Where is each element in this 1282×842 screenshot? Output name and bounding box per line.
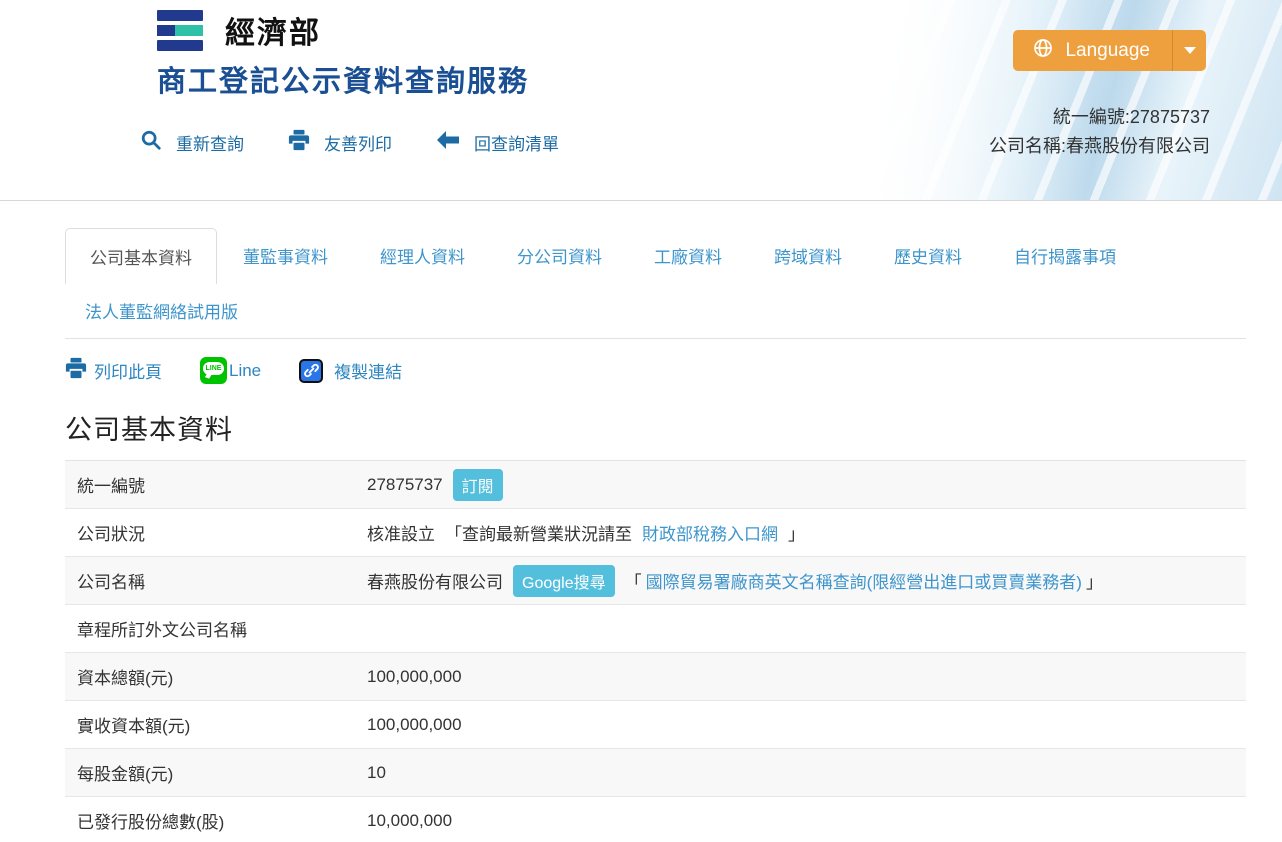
- friendly-print-label: 友善列印: [324, 130, 392, 155]
- status-note-suffix: 」: [788, 520, 805, 545]
- language-control: Language: [1013, 30, 1206, 71]
- row-label: 已發行股份總數(股): [65, 808, 367, 833]
- header-actions: 重新查詢 友善列印 回查詢清單: [140, 129, 559, 156]
- table-row: 公司狀況 核准設立 「查詢最新營業狀況請至 財政部稅務入口網 」: [65, 509, 1246, 557]
- row-label: 公司名稱: [65, 568, 367, 593]
- tab-history[interactable]: 歷史資料: [870, 228, 986, 283]
- tab-factories[interactable]: 工廠資料: [630, 228, 746, 283]
- search-icon: [140, 129, 162, 156]
- requery-label: 重新查詢: [176, 130, 244, 155]
- print-page-label: 列印此頁: [94, 358, 162, 383]
- tab-bar: 公司基本資料 董監事資料 經理人資料 分公司資料 工廠資料 跨域資料 歷史資料 …: [65, 228, 1246, 339]
- row-label: 章程所訂外文公司名稱: [65, 616, 367, 641]
- line-share-label: Line: [229, 361, 261, 381]
- issued-shares-value: 10,000,000: [367, 811, 452, 831]
- line-icon: LINE: [200, 357, 227, 384]
- row-label: 資本總額(元): [65, 664, 367, 689]
- tab-cross-domain[interactable]: 跨域資料: [750, 228, 866, 283]
- company-name-text: 公司名稱:春燕股份有限公司: [989, 132, 1210, 161]
- uniform-id-value: 27875737: [367, 475, 443, 495]
- language-dropdown-toggle[interactable]: [1172, 30, 1206, 71]
- caret-down-icon: [1184, 47, 1196, 54]
- table-row: 實收資本額(元) 100,000,000: [65, 701, 1246, 749]
- section-heading: 公司基本資料: [65, 408, 1246, 447]
- tab-self-disclosure[interactable]: 自行揭露事項: [990, 228, 1140, 283]
- row-label: 統一編號: [65, 472, 367, 497]
- language-label: Language: [1065, 40, 1150, 62]
- table-row: 每股金額(元) 10: [65, 749, 1246, 797]
- moea-logo: [157, 10, 203, 51]
- copy-link-icon: [299, 359, 323, 383]
- table-row: 公司名稱 春燕股份有限公司 Google搜尋 「 國際貿易署廠商英文名稱查詢(限…: [65, 557, 1246, 605]
- paid-in-capital-value: 100,000,000: [367, 715, 462, 735]
- print-page-link[interactable]: 列印此頁: [65, 357, 162, 384]
- copy-link-label: 複製連結: [334, 358, 402, 383]
- company-meta: 統一編號:27875737 公司名稱:春燕股份有限公司: [989, 103, 1210, 161]
- printer-icon: [288, 129, 310, 156]
- back-arrow-icon: [436, 130, 460, 155]
- logo-bar: [157, 25, 203, 36]
- par-value-value: 10: [367, 763, 386, 783]
- line-share-link[interactable]: LINE Line: [200, 357, 261, 384]
- back-to-list-link[interactable]: 回查詢清單: [436, 129, 559, 156]
- back-to-list-label: 回查詢清單: [474, 130, 559, 155]
- status-note-prefix: 「查詢最新營業狀況請至: [445, 520, 632, 545]
- bracket-close: 」: [1086, 568, 1103, 593]
- print-page-icon: [65, 357, 87, 384]
- trade-admin-english-name-link[interactable]: 國際貿易署廠商英文名稱查詢(限經營出進口或買賣業務者): [646, 568, 1082, 593]
- language-button[interactable]: Language: [1013, 30, 1206, 71]
- uniform-id-text: 統一編號:27875737: [989, 103, 1210, 132]
- copy-link-link[interactable]: 複製連結: [299, 358, 402, 383]
- header-divider: [0, 200, 1282, 201]
- company-name-value: 春燕股份有限公司: [367, 568, 503, 593]
- google-search-button[interactable]: Google搜尋: [513, 565, 615, 597]
- main-content: 公司基本資料 董監事資料 經理人資料 分公司資料 工廠資料 跨域資料 歷史資料 …: [0, 228, 1282, 842]
- globe-icon: [1033, 38, 1053, 64]
- logo-bar: [157, 40, 203, 51]
- tab-directors[interactable]: 董監事資料: [219, 228, 352, 283]
- row-label: 實收資本額(元): [65, 712, 367, 737]
- table-row: 章程所訂外文公司名稱: [65, 605, 1246, 653]
- agency-name: 經濟部: [225, 8, 321, 52]
- brand: 經濟部: [157, 8, 321, 52]
- tab-corporate-network-trial[interactable]: 法人董監網絡試用版: [85, 284, 242, 338]
- table-row: 資本總額(元) 100,000,000: [65, 653, 1246, 701]
- capital-total-value: 100,000,000: [367, 667, 462, 687]
- row-label: 每股金額(元): [65, 760, 367, 785]
- site-header: 經濟部 商工登記公示資料查詢服務 重新查詢 友善列印: [0, 0, 1282, 200]
- site-title: 商工登記公示資料查詢服務: [157, 58, 529, 100]
- logo-bar: [157, 10, 203, 21]
- tab-company-basic[interactable]: 公司基本資料: [65, 228, 217, 284]
- tab-branches[interactable]: 分公司資料: [493, 228, 626, 283]
- subscribe-button[interactable]: 訂閱: [453, 469, 503, 501]
- tab-managers[interactable]: 經理人資料: [356, 228, 489, 283]
- friendly-print-link[interactable]: 友善列印: [288, 129, 392, 156]
- company-basic-table: 統一編號 27875737 訂閱 公司狀況 核准設立 「查詢最新營業狀況請至 財…: [65, 460, 1246, 842]
- requery-link[interactable]: 重新查詢: [140, 129, 244, 156]
- table-row: 統一編號 27875737 訂閱: [65, 461, 1246, 509]
- table-row: 已發行股份總數(股) 10,000,000: [65, 797, 1246, 842]
- company-status-value: 核准設立: [367, 520, 435, 545]
- bracket-open: 「: [625, 568, 642, 593]
- row-label: 公司狀況: [65, 520, 367, 545]
- share-bar: 列印此頁 LINE Line 複製連結: [65, 357, 1246, 384]
- mof-tax-portal-link[interactable]: 財政部稅務入口網: [642, 520, 778, 545]
